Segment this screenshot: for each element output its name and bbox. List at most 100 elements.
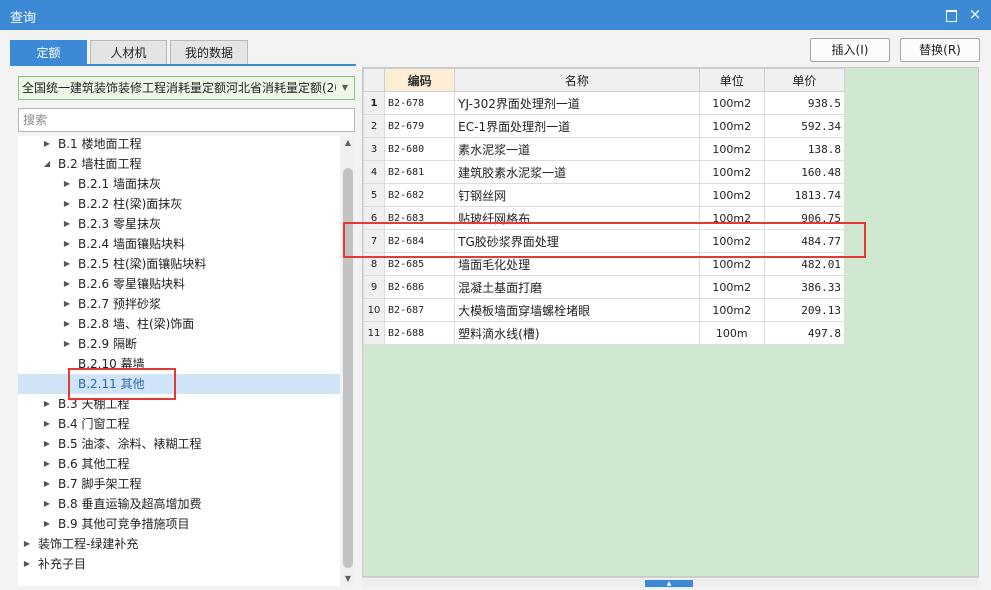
table-row[interactable]: 11 B2-688 塑料滴水线(槽) 100m 497.8 <box>363 321 846 345</box>
tree-item-label: B.2.9 隔断 <box>78 337 137 351</box>
tree-item[interactable]: ▶ B.5 油漆、涂料、裱糊工程 <box>18 434 340 454</box>
insert-button[interactable]: 插入(I) <box>810 38 890 62</box>
maximize-icon[interactable] <box>942 6 960 24</box>
tree-item[interactable]: ▶ B.2.6 零星镶贴块料 <box>18 274 340 294</box>
replace-button[interactable]: 替换(R) <box>900 38 980 62</box>
table-row[interactable]: 9 B2-686 混凝土基面打磨 100m2 386.33 <box>363 275 846 299</box>
expanded-caret-icon[interactable]: ◢ <box>42 154 52 174</box>
collapsed-caret-icon[interactable]: ▶ <box>62 214 72 234</box>
table-row[interactable]: 10 B2-687 大模板墙面穿墙螺栓堵眼 100m2 209.13 <box>363 298 846 322</box>
tree-item[interactable]: ▶ B.2.9 隔断 <box>18 334 340 354</box>
collapsed-caret-icon[interactable]: ▶ <box>42 136 52 154</box>
tree-item-label: B.2.5 柱(梁)面镶贴块料 <box>78 257 207 271</box>
tree-item[interactable]: ▶ B.2.8 墙、柱(梁)饰面 <box>18 314 340 334</box>
table-row[interactable]: 5 B2-682 钉钢丝网 100m2 1813.74 <box>363 183 846 207</box>
left-panel: 全国统一建筑装饰装修工程消耗量定额河北省消耗量定额(20 ▼ ▶ B.1 楼地面工… <box>14 68 356 588</box>
cell-code: B2-688 <box>384 321 456 345</box>
window-title: 查询 <box>10 11 37 26</box>
cell-price: 497.8 <box>763 321 846 345</box>
tree-item[interactable]: B.2.11 其他 <box>18 374 340 394</box>
collapse-grip-icon[interactable]: ▲ <box>645 580 693 587</box>
cell-name: 素水泥浆一道 <box>454 137 700 161</box>
tree-item[interactable]: ▶ B.7 脚手架工程 <box>18 474 340 494</box>
tree-item[interactable]: ▶ B.9 其他可竞争措施项目 <box>18 514 340 534</box>
tree-item[interactable]: B.2.10 幕墙 <box>18 354 340 374</box>
collapsed-caret-icon[interactable]: ▶ <box>42 514 52 534</box>
chevron-down-icon[interactable]: ▼ <box>336 77 354 99</box>
header-unit[interactable]: 单位 <box>698 68 765 92</box>
row-index: 11 <box>363 321 386 345</box>
header-code[interactable]: 编码 <box>384 68 456 92</box>
tree-item[interactable]: ▶ B.6 其他工程 <box>18 454 340 474</box>
table-row[interactable]: 1 B2-678 YJ-302界面处理剂一道 100m2 938.5 <box>363 91 846 115</box>
highlight-box-tree-item <box>68 368 176 400</box>
header-price[interactable]: 单价 <box>763 68 846 92</box>
cell-unit: 100m <box>698 321 765 345</box>
collapsed-caret-icon[interactable]: ▶ <box>62 254 72 274</box>
collapsed-caret-icon[interactable]: ▶ <box>22 534 32 554</box>
cell-code: B2-678 <box>384 91 456 115</box>
collapsed-caret-icon[interactable]: ▶ <box>62 194 72 214</box>
tab-underline <box>10 64 356 66</box>
tab-quota[interactable]: 定额 <box>10 40 87 64</box>
table-row[interactable]: 4 B2-681 建筑胶素水泥浆一道 100m2 160.48 <box>363 160 846 184</box>
tree-item-label: B.2.6 零星镶贴块料 <box>78 277 185 291</box>
collapsed-caret-icon[interactable]: ▶ <box>42 394 52 414</box>
table-horizontal-scrollbar[interactable]: ▲ <box>362 577 979 588</box>
scroll-down-icon[interactable]: ▼ <box>341 572 355 586</box>
cell-code: B2-686 <box>384 275 456 299</box>
tree-item-label: B.2.3 零星抹灰 <box>78 217 161 231</box>
tree-item[interactable]: ▶ 装饰工程-绿建补充 <box>18 534 340 554</box>
cell-price: 138.8 <box>763 137 846 161</box>
search-input[interactable] <box>18 108 355 132</box>
cell-name: EC-1界面处理剂一道 <box>454 114 700 138</box>
tree-item[interactable]: ▶ B.2.1 墙面抹灰 <box>18 174 340 194</box>
collapsed-caret-icon[interactable]: ▶ <box>62 294 72 314</box>
collapsed-caret-icon[interactable]: ▶ <box>42 414 52 434</box>
cell-code: B2-680 <box>384 137 456 161</box>
scroll-up-icon[interactable]: ▲ <box>341 136 355 150</box>
cell-unit: 100m2 <box>698 275 765 299</box>
tree-item-label: B.2 墙柱面工程 <box>58 157 142 171</box>
tree-item-label: B.9 其他可竞争措施项目 <box>58 517 190 531</box>
cell-price: 938.5 <box>763 91 846 115</box>
tree-item[interactable]: ▶ B.4 门窗工程 <box>18 414 340 434</box>
header-name[interactable]: 名称 <box>454 68 700 92</box>
tree-scrollbar[interactable]: ▲ ▼ <box>341 136 355 586</box>
header-index <box>363 68 386 92</box>
tree-item[interactable]: ▶ B.2.5 柱(梁)面镶贴块料 <box>18 254 340 274</box>
cell-name: YJ-302界面处理剂一道 <box>454 91 700 115</box>
collapsed-caret-icon[interactable]: ▶ <box>62 174 72 194</box>
tree-item[interactable]: ◢ B.2 墙柱面工程 <box>18 154 340 174</box>
cell-code: B2-681 <box>384 160 456 184</box>
close-icon[interactable]: × <box>966 6 984 24</box>
collapsed-caret-icon[interactable]: ▶ <box>62 334 72 354</box>
collapsed-caret-icon[interactable]: ▶ <box>62 234 72 254</box>
tree-item[interactable]: ▶ B.2.7 预拌砂浆 <box>18 294 340 314</box>
tree-item[interactable]: ▶ B.2.4 墙面镶贴块料 <box>18 234 340 254</box>
collapsed-caret-icon[interactable]: ▶ <box>62 314 72 334</box>
highlight-box-row-7 <box>343 222 866 258</box>
tree-item[interactable]: ▶ B.2.3 零星抹灰 <box>18 214 340 234</box>
cell-price: 592.34 <box>763 114 846 138</box>
tree-item[interactable]: ▶ B.2.2 柱(梁)面抹灰 <box>18 194 340 214</box>
collapsed-caret-icon[interactable]: ▶ <box>22 554 32 574</box>
tree-item[interactable]: ▶ 补充子目 <box>18 554 340 574</box>
cell-price: 386.33 <box>763 275 846 299</box>
collapsed-caret-icon[interactable]: ▶ <box>42 474 52 494</box>
collapsed-caret-icon[interactable]: ▶ <box>42 434 52 454</box>
tree-item[interactable]: ▶ B.3 天棚工程 <box>18 394 340 414</box>
collapsed-caret-icon[interactable]: ▶ <box>62 274 72 294</box>
row-index: 5 <box>363 183 386 207</box>
tree-item-label: B.2.2 柱(梁)面抹灰 <box>78 197 183 211</box>
tab-my-data[interactable]: 我的数据 <box>170 40 248 64</box>
table-row[interactable]: 2 B2-679 EC-1界面处理剂一道 100m2 592.34 <box>363 114 846 138</box>
quota-library-dropdown[interactable]: 全国统一建筑装饰装修工程消耗量定额河北省消耗量定额(20 ▼ <box>18 76 355 100</box>
tree-item[interactable]: ▶ B.8 垂直运输及超高增加费 <box>18 494 340 514</box>
tab-materials[interactable]: 人材机 <box>90 40 167 64</box>
cell-name: 钉钢丝网 <box>454 183 700 207</box>
table-row[interactable]: 3 B2-680 素水泥浆一道 100m2 138.8 <box>363 137 846 161</box>
collapsed-caret-icon[interactable]: ▶ <box>42 494 52 514</box>
collapsed-caret-icon[interactable]: ▶ <box>42 454 52 474</box>
tree-item[interactable]: ▶ B.1 楼地面工程 <box>18 136 340 154</box>
